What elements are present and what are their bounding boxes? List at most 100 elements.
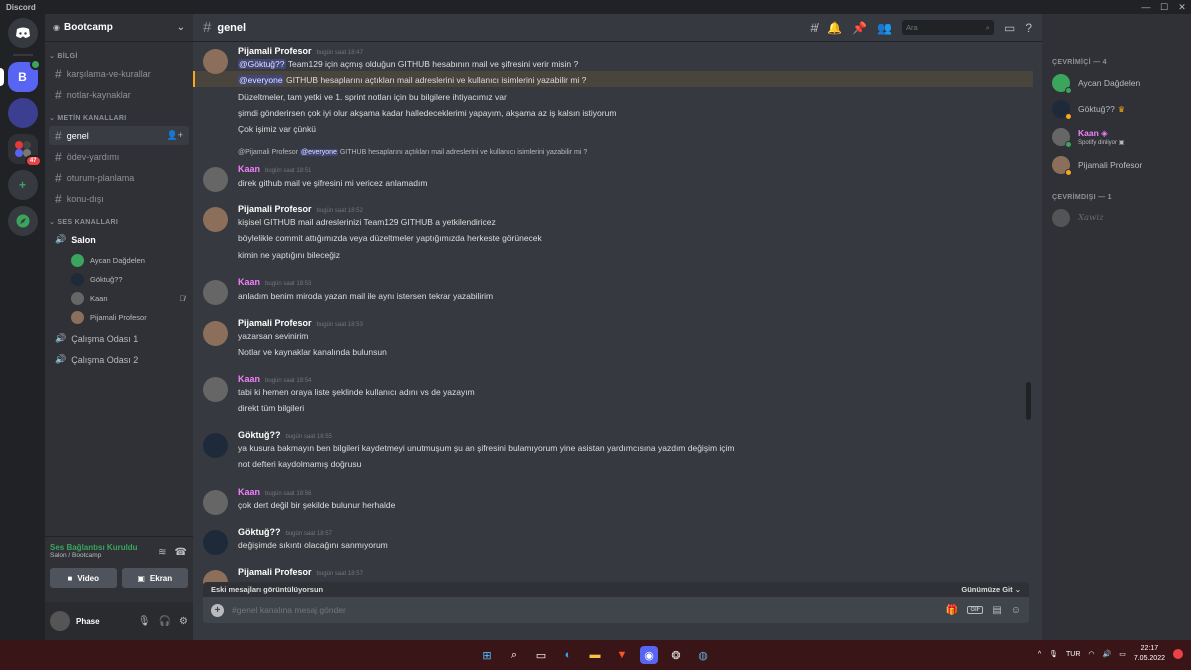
voice-channel-calisma-1[interactable]: 🔊 Çalışma Odası 1: [49, 329, 189, 348]
avatar[interactable]: [203, 433, 228, 458]
message-line: çok dert değil bir şekilde bulunur herha…: [238, 500, 396, 510]
avatar[interactable]: [203, 490, 228, 515]
invite-member-icon[interactable]: 👤+: [167, 130, 183, 141]
member-item[interactable]: Xawiz: [1042, 205, 1191, 231]
start-menu-icon[interactable]: ⊞: [478, 646, 496, 664]
gif-button[interactable]: GIF: [967, 606, 984, 614]
app-icon[interactable]: ❂: [667, 646, 685, 664]
author-name[interactable]: Kaan: [238, 374, 260, 384]
voice-user[interactable]: Kaan 🎙̸: [45, 289, 193, 308]
video-button[interactable]: ■ Video: [50, 568, 117, 588]
camera-icon: ■: [67, 573, 73, 583]
threads-icon[interactable]: #̸: [810, 21, 817, 35]
author-name[interactable]: Göktuğ??: [238, 430, 281, 440]
headphones-icon[interactable]: 🎧: [159, 616, 171, 627]
voice-user[interactable]: Göktuğ??: [45, 270, 193, 289]
edge-browser-icon[interactable]: ◐: [559, 646, 577, 664]
channel-karsilama[interactable]: # karşılama-ve-kurallar: [49, 64, 189, 83]
disconnect-icon[interactable]: ☎: [175, 547, 187, 558]
voice-channel-salon[interactable]: 🔊 Salon: [49, 230, 189, 249]
explore-servers-button[interactable]: [7, 206, 38, 236]
avatar[interactable]: [203, 377, 228, 402]
mute-icon[interactable]: 🎙: [138, 616, 151, 627]
member-item[interactable]: Kaan ◈ Spotify dinliyor ▣: [1042, 122, 1191, 152]
maximize-button[interactable]: ☐: [1155, 0, 1173, 14]
member-item[interactable]: Pijamali Profesor: [1042, 152, 1191, 178]
channel-odev[interactable]: # ödev-yardımı: [49, 147, 189, 166]
author-name[interactable]: Pijamali Profesor: [238, 318, 312, 328]
search-input[interactable]: Ara ⌕: [901, 20, 994, 35]
category-info[interactable]: ⌄ BİLGİ: [49, 52, 193, 60]
author-name[interactable]: Pijamali Profesor: [238, 204, 312, 214]
wifi-icon[interactable]: ◠: [1088, 650, 1094, 658]
microphone-icon[interactable]: 🎙: [1049, 650, 1058, 658]
emoji-icon[interactable]: ☺: [1011, 605, 1021, 616]
search-placeholder: Ara: [905, 23, 918, 32]
file-explorer-icon[interactable]: ▬: [586, 646, 604, 664]
author-name[interactable]: Pijamali Profesor: [238, 567, 312, 577]
volume-icon[interactable]: 🔊: [1103, 650, 1112, 658]
gear-icon[interactable]: ⚙: [179, 616, 188, 627]
noise-suppression-icon[interactable]: ≋: [158, 547, 166, 558]
server-bootcamp[interactable]: B: [0, 59, 41, 92]
author-name[interactable]: Kaan: [238, 164, 260, 174]
inbox-icon[interactable]: ▭: [1004, 21, 1015, 35]
clock[interactable]: 22:17 7.05.2022: [1134, 644, 1165, 664]
task-view-icon[interactable]: ▭: [532, 646, 550, 664]
member-item[interactable]: Göktuğ?? ♛: [1042, 96, 1191, 122]
close-button[interactable]: ✕: [1173, 0, 1191, 14]
brave-browser-icon[interactable]: ▼: [613, 646, 631, 664]
gift-icon[interactable]: 🎁: [946, 605, 958, 616]
user-mention[interactable]: @Göktuğ??: [238, 59, 286, 69]
author-name[interactable]: Kaan: [238, 277, 260, 287]
avatar[interactable]: [203, 530, 228, 555]
minimize-button[interactable]: —: [1137, 0, 1155, 14]
user-name[interactable]: Phase: [76, 617, 100, 626]
everyone-mention[interactable]: @everyone: [238, 75, 284, 85]
server-folder[interactable]: 47: [7, 134, 42, 167]
category-text[interactable]: ⌄ METİN KANALLARI: [49, 114, 193, 122]
language-indicator[interactable]: TUR: [1066, 651, 1080, 658]
screen-share-button[interactable]: ▣ Ekran: [121, 568, 188, 588]
avatar[interactable]: [203, 321, 228, 346]
scrollbar-thumb[interactable]: [1026, 382, 1031, 420]
server-header[interactable]: ◉ Bootcamp ⌄: [45, 14, 193, 42]
jump-to-present-button[interactable]: Günümüze Git ⌄: [961, 585, 1021, 594]
message-input[interactable]: #genel kanalına mesaj gönder: [232, 605, 346, 615]
voice-user[interactable]: Aycan Dağdelen: [45, 251, 193, 270]
globe-icon[interactable]: ◍: [694, 646, 712, 664]
category-voice[interactable]: ⌄ SES KANALLARI: [49, 218, 193, 226]
avatar[interactable]: [203, 207, 228, 232]
pin-icon[interactable]: 📌: [852, 21, 867, 35]
author-name[interactable]: Göktuğ??: [238, 527, 281, 537]
channel-konu[interactable]: # konu-dışı: [49, 189, 189, 208]
search-icon[interactable]: ⌕: [505, 646, 523, 664]
notification-icon[interactable]: [1173, 649, 1183, 659]
author-name[interactable]: Pijamali Profesor: [238, 46, 312, 56]
sticker-icon[interactable]: ▤: [992, 605, 1001, 616]
server-icon-2[interactable]: [7, 98, 38, 128]
author-name[interactable]: Kaan: [238, 487, 260, 497]
message-composer[interactable]: + #genel kanalına mesaj gönder 🎁 GIF ▤ ☺: [203, 597, 1029, 623]
bell-icon[interactable]: 🔔: [827, 21, 842, 35]
chevron-up-icon[interactable]: ^: [1038, 651, 1041, 658]
help-icon[interactable]: ?: [1025, 21, 1032, 35]
channel-notlar[interactable]: # notlar-kaynaklar: [49, 85, 189, 104]
avatar[interactable]: [203, 49, 228, 74]
reply-preview[interactable]: @Pijamali Profesor @everyone GITHUB hesa…: [238, 149, 587, 156]
voice-user[interactable]: Pijamali Profesor: [45, 308, 193, 327]
attach-plus-icon[interactable]: +: [211, 603, 224, 617]
voice-channel-calisma-2[interactable]: 🔊 Çalışma Odası 2: [49, 350, 189, 369]
avatar[interactable]: [50, 611, 70, 631]
members-icon[interactable]: 👥: [877, 21, 892, 35]
add-server-button[interactable]: +: [7, 170, 38, 200]
channel-genel[interactable]: # genel 👤+: [49, 126, 189, 145]
battery-icon[interactable]: ▭: [1119, 650, 1126, 658]
member-item[interactable]: Aycan Dağdelen: [1042, 70, 1191, 96]
avatar[interactable]: [203, 167, 228, 192]
offline-header: ÇEVRİMDIŞI — 1: [1052, 194, 1112, 201]
channel-oturum[interactable]: # oturum-planlama: [49, 168, 189, 187]
avatar[interactable]: [203, 280, 228, 305]
discord-taskbar-icon[interactable]: ◉: [640, 646, 658, 664]
home-button[interactable]: [7, 18, 38, 48]
